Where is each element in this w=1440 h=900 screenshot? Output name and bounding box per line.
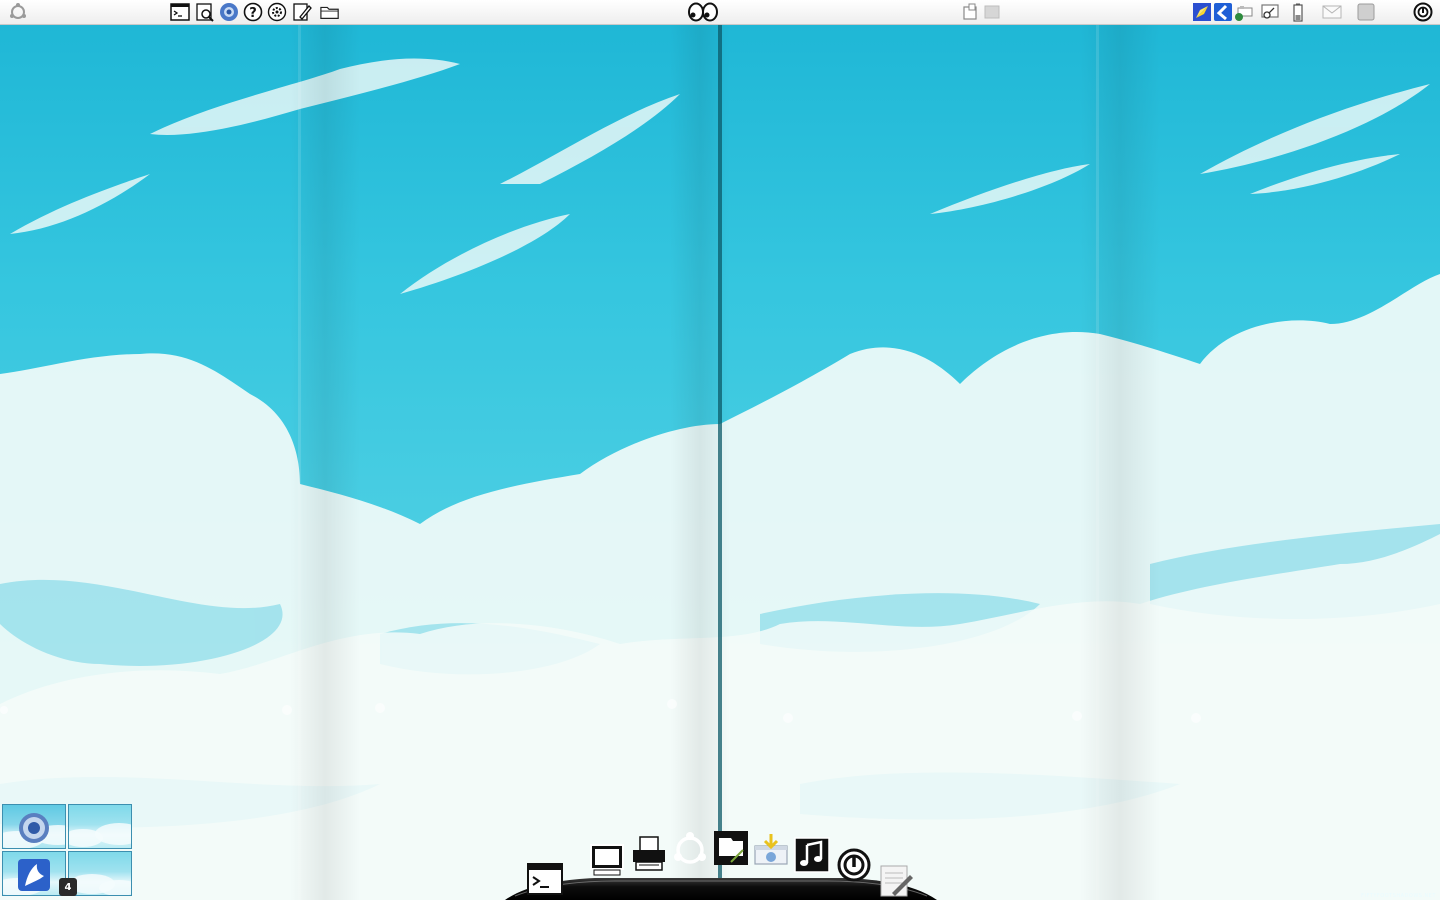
painted-sky — [0, 24, 1440, 900]
search-icon[interactable] — [195, 2, 215, 22]
dock-power-icon[interactable] — [836, 847, 872, 883]
top-panel: ? — [0, 0, 1440, 25]
eyes-icon — [687, 2, 719, 22]
mail-icon[interactable] — [1322, 2, 1342, 22]
text-editor-icon[interactable] — [292, 2, 312, 22]
dock-files-icon[interactable] — [713, 830, 749, 866]
show-desktop-icon[interactable] — [982, 2, 1002, 22]
desktop-wallpaper: FIFTYFOOTSHADOWS.NET — [0, 24, 1440, 900]
system-settings-icon[interactable] — [267, 2, 287, 22]
workspace-3[interactable] — [2, 851, 66, 896]
workspace-4[interactable] — [68, 851, 132, 896]
web-browser-icon[interactable] — [219, 2, 239, 22]
display-icon[interactable] — [1260, 2, 1280, 22]
dock-downloads-icon[interactable] — [753, 832, 789, 868]
notes-icon[interactable] — [1356, 2, 1376, 22]
update-notifier-icon[interactable] — [1192, 2, 1212, 22]
main-menu-icon[interactable] — [8, 2, 28, 22]
workspace-1[interactable] — [2, 804, 66, 849]
svg-text:?: ? — [249, 6, 257, 21]
workspace-count-badge: 4 — [59, 878, 77, 896]
folder-icon[interactable] — [320, 2, 340, 22]
dock-music-icon[interactable] — [794, 837, 830, 873]
workspace-2[interactable] — [68, 804, 132, 849]
dock-ubuntu-logo-icon[interactable] — [672, 832, 708, 868]
bluetooth-icon[interactable] — [1234, 2, 1254, 22]
network-manager-icon[interactable] — [1213, 2, 1233, 22]
power-icon[interactable] — [1413, 2, 1433, 22]
dock-text-editor-icon[interactable] — [878, 863, 914, 899]
application-window-thumbnail — [18, 859, 50, 891]
dock-printer-icon[interactable] — [631, 836, 667, 872]
web-browser-window-thumbnail — [19, 813, 49, 843]
wallpaper-credit: FIFTYFOOTSHADOWS.NET — [1361, 893, 1436, 899]
dock-terminal-icon[interactable] — [527, 861, 563, 897]
help-icon[interactable]: ? — [243, 2, 263, 22]
dock-monitor-icon[interactable] — [589, 843, 625, 879]
battery-icon — [1288, 2, 1308, 22]
dock-shelf — [505, 878, 937, 900]
terminal-icon[interactable] — [170, 2, 190, 22]
window-icon[interactable] — [960, 2, 980, 22]
workspace-pager: 4 — [2, 804, 132, 896]
